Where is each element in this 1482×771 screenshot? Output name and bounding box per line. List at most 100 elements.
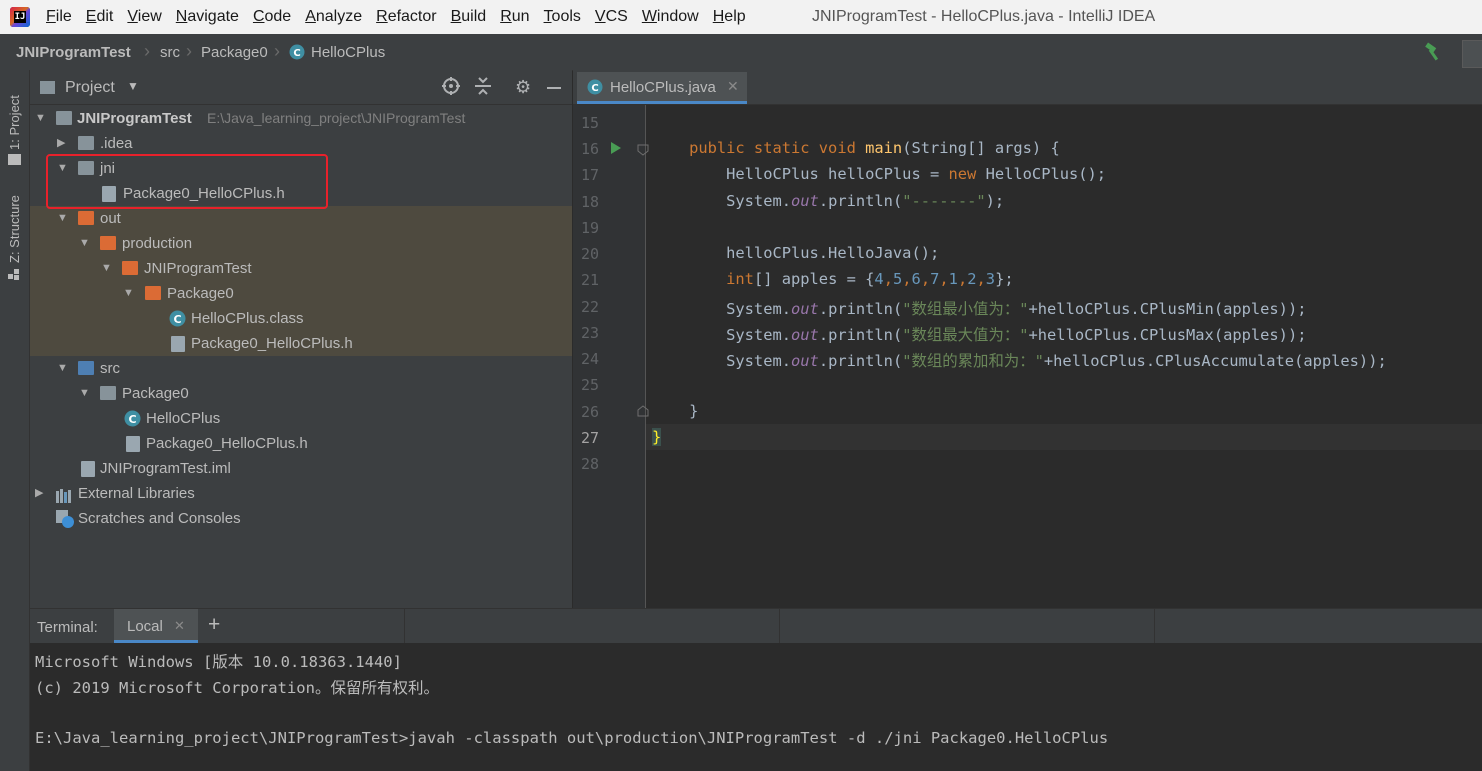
breadcrumb-class[interactable]: HelloCPlus (311, 44, 385, 61)
chevron-right-icon[interactable]: ▶ (57, 131, 69, 156)
tab-hellocplus-java[interactable]: C HelloCPlus.java ✕ (577, 72, 747, 104)
tree-item-src[interactable]: ▼ src (30, 356, 572, 381)
folder-icon (8, 154, 21, 165)
line-number: 16 (580, 140, 599, 158)
tree-item-src-class[interactable]: C HelloCPlus (30, 406, 572, 431)
chevron-down-icon[interactable]: ▼ (79, 231, 91, 256)
tree-item-output-project[interactable]: ▼ JNIProgramTest (30, 256, 572, 281)
tree-item-external-libraries[interactable]: ▶ External Libraries (30, 481, 572, 506)
hide-panel-icon[interactable] (547, 87, 561, 89)
tab-terminal-local[interactable]: Local ✕ (114, 609, 198, 643)
menu-run[interactable]: Run (500, 8, 536, 26)
annotation-red-box (46, 154, 328, 209)
line-number: 15 (580, 114, 599, 132)
close-icon[interactable]: ✕ (727, 78, 739, 95)
line-number: 17 (580, 166, 599, 184)
chevron-down-icon[interactable]: ▼ (57, 356, 69, 381)
intellij-logo-icon: IJ (10, 7, 30, 27)
terminal-header: Terminal: Local ✕ + (30, 608, 1482, 644)
tree-item-out[interactable]: ▼ out (30, 206, 572, 231)
close-icon[interactable]: ✕ (174, 618, 185, 634)
menu-refactor[interactable]: Refactor (376, 8, 443, 26)
divider (779, 609, 780, 643)
chevron-down-icon[interactable]: ▼ (127, 79, 139, 93)
chevron-down-icon[interactable]: ▼ (35, 106, 47, 131)
line-number: 20 (580, 245, 599, 263)
run-gutter-icon[interactable] (610, 141, 622, 159)
tree-item-class-file[interactable]: C HelloCPlus.class (30, 306, 572, 331)
new-terminal-button[interactable]: + (208, 613, 220, 637)
chevron-down-icon[interactable]: ▼ (57, 206, 69, 231)
menu-window[interactable]: Window (642, 8, 706, 26)
gear-icon[interactable]: ⚙ (515, 77, 531, 98)
menu-edit[interactable]: Edit (86, 8, 121, 26)
excluded-folder-icon (122, 261, 138, 275)
breadcrumb-separator: › (274, 41, 280, 61)
line-number: 26 (580, 403, 599, 421)
breadcrumb-src[interactable]: src (160, 44, 180, 61)
build-hammer-icon[interactable] (1424, 42, 1444, 62)
chevron-down-icon[interactable]: ▼ (101, 256, 113, 281)
tree-item-out-header[interactable]: Package0_HelloCPlus.h (30, 331, 572, 356)
chevron-right-icon[interactable]: ▶ (35, 481, 47, 506)
divider (404, 609, 405, 643)
line-number: 18 (580, 193, 599, 211)
menu-build[interactable]: Build (451, 8, 494, 26)
tree-item-src-header[interactable]: Package0_HelloCPlus.h (30, 431, 572, 456)
code-line-16: public static void main(String[] args) { (652, 139, 1060, 157)
navigation-bar: JNIProgramTest › src › Package0 › C Hell… (0, 34, 1482, 71)
terminal-command-line: E:\Java_learning_project\JNIProgramTest>… (35, 729, 1109, 747)
terminal-line: (c) 2019 Microsoft Corporation。保留所有权利。 (35, 679, 439, 697)
svg-text:C: C (591, 83, 598, 94)
tree-item-iml[interactable]: JNIProgramTest.iml (30, 456, 572, 481)
svg-text:C: C (173, 313, 181, 326)
tree-item-scratches[interactable]: Scratches and Consoles (30, 506, 572, 531)
breadcrumb-package[interactable]: Package0 (201, 44, 268, 61)
project-panel: Project ▼ ⚙ ▼ JNIProgramTest E:\Java_lea… (30, 70, 572, 608)
menu-navigate[interactable]: Navigate (176, 8, 246, 26)
left-tool-stripe: 1: Project Z: Structure (0, 70, 30, 771)
tree-item-idea[interactable]: ▶ .idea (30, 131, 572, 156)
menu-analyze[interactable]: Analyze (305, 8, 369, 26)
tool-window-project[interactable]: 1: Project (2, 78, 27, 173)
menu-code[interactable]: Code (253, 8, 298, 26)
menu-file[interactable]: File (46, 8, 79, 26)
tree-item-production[interactable]: ▼ production (30, 231, 572, 256)
terminal-line: Microsoft Windows [版本 10.0.18363.1440] (35, 653, 402, 671)
fold-icon[interactable] (637, 404, 649, 421)
tree-item-output-package[interactable]: ▼ Package0 (30, 281, 572, 306)
java-class-icon: C (289, 44, 305, 64)
code-line-22: System.out.println("数组最小值为："+helloCPlus.… (652, 300, 1307, 318)
locate-file-icon[interactable] (441, 76, 461, 100)
header-file-icon (171, 336, 185, 352)
breadcrumb-project[interactable]: JNIProgramTest (16, 44, 131, 61)
menu-vcs[interactable]: VCS (595, 8, 635, 26)
line-number: 21 (580, 271, 599, 289)
project-panel-header: Project ▼ ⚙ (30, 70, 572, 105)
line-number: 25 (580, 376, 599, 394)
line-number: 28 (580, 455, 599, 473)
menu-view[interactable]: View (127, 8, 168, 26)
breadcrumb-separator: › (144, 41, 150, 61)
collapse-all-icon[interactable] (474, 76, 492, 100)
project-view-selector[interactable]: Project (65, 79, 115, 97)
svg-text:C: C (128, 413, 136, 426)
terminal-label: Terminal: (37, 619, 98, 636)
fold-icon[interactable] (637, 143, 649, 160)
source-folder-icon (78, 361, 94, 375)
line-number: 23 (580, 324, 599, 342)
run-config-dropdown[interactable] (1462, 40, 1482, 68)
chevron-down-icon[interactable]: ▼ (79, 381, 91, 406)
caret-line-highlight (646, 424, 1482, 450)
tree-item-project-root[interactable]: ▼ JNIProgramTest E:\Java_learning_projec… (30, 106, 572, 131)
header-file-icon (126, 436, 140, 452)
code-line-26: } (652, 402, 699, 420)
menu-tools[interactable]: Tools (544, 8, 588, 26)
line-number: 22 (580, 298, 599, 316)
chevron-down-icon[interactable]: ▼ (123, 281, 135, 306)
window-title: JNIProgramTest - HelloCPlus.java - Intel… (812, 8, 1156, 25)
tool-window-structure[interactable]: Z: Structure (2, 185, 27, 285)
menu-help[interactable]: Help (713, 8, 753, 26)
line-number: 24 (580, 350, 599, 368)
tree-item-src-package[interactable]: ▼ Package0 (30, 381, 572, 406)
